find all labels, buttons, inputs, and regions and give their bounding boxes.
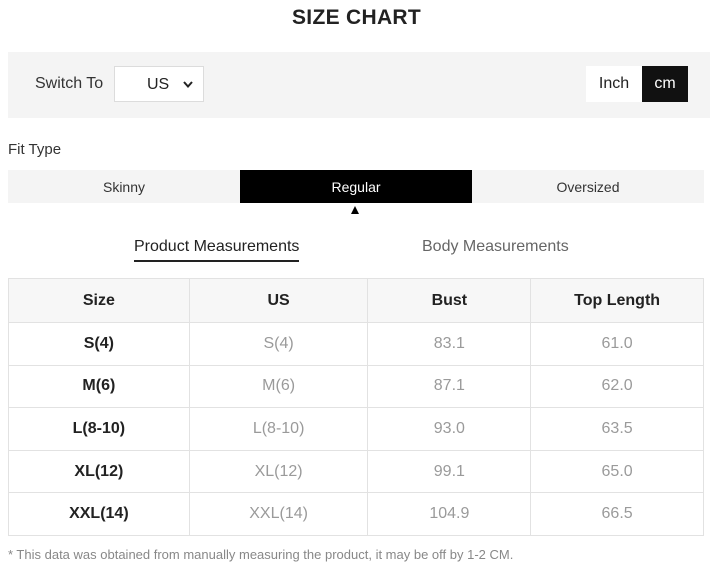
bust-cell: 99.1 xyxy=(367,449,532,494)
top-length-cell: 61.0 xyxy=(530,322,704,366)
size-cell: L(8-10) xyxy=(8,407,190,451)
unit-switch-bar: Switch To US Inch cm xyxy=(8,52,710,118)
size-cell: S(4) xyxy=(8,322,190,366)
region-select-value: US xyxy=(147,76,170,93)
fit-tab-skinny[interactable]: Skinny xyxy=(8,170,240,203)
fit-tab-oversized[interactable]: Oversized xyxy=(472,170,704,203)
chevron-down-icon xyxy=(183,81,193,89)
table-row: XXL(14) XXL(14) 104.9 66.5 xyxy=(8,492,704,536)
column-header-size: Size xyxy=(8,278,190,323)
fit-tab-regular[interactable]: Regular xyxy=(240,170,472,203)
bust-cell: 104.9 xyxy=(367,492,532,536)
bust-cell: 83.1 xyxy=(367,322,532,366)
top-length-cell: 65.0 xyxy=(530,449,704,494)
caret-up-icon xyxy=(351,206,359,214)
switch-to-label: Switch To xyxy=(35,75,104,92)
size-cell: XL(12) xyxy=(8,449,190,494)
us-cell: XXL(14) xyxy=(188,492,369,536)
top-length-cell: 63.5 xyxy=(530,407,704,451)
column-header-bust: Bust xyxy=(367,278,532,323)
disclaimer-note: * This data was obtained from manually m… xyxy=(8,547,514,562)
tab-product-measurements[interactable]: Product Measurements xyxy=(134,238,300,262)
us-cell: XL(12) xyxy=(188,449,369,494)
unit-inch-button[interactable]: Inch xyxy=(586,66,642,102)
table-row: S(4) S(4) 83.1 61.0 xyxy=(8,322,704,366)
unit-cm-button[interactable]: cm xyxy=(642,66,688,102)
table-row: XL(12) XL(12) 99.1 65.0 xyxy=(8,449,704,494)
region-select[interactable]: US xyxy=(114,66,204,102)
top-length-cell: 62.0 xyxy=(530,364,704,409)
size-table: Size US Bust Top Length S(4) S(4) 83.1 6… xyxy=(8,278,704,536)
size-cell: M(6) xyxy=(8,364,190,409)
table-row: M(6) M(6) 87.1 62.0 xyxy=(8,364,704,409)
bust-cell: 93.0 xyxy=(367,407,532,451)
page-title: SIZE CHART xyxy=(292,6,421,29)
us-cell: M(6) xyxy=(188,364,369,409)
fit-type-tabs: Skinny Regular Oversized xyxy=(8,170,704,203)
fit-type-label: Fit Type xyxy=(8,141,62,158)
column-header-top-length: Top Length xyxy=(530,278,704,323)
us-cell: S(4) xyxy=(188,322,369,366)
top-length-cell: 66.5 xyxy=(530,492,704,536)
table-header-row: Size US Bust Top Length xyxy=(8,278,704,323)
tab-body-measurements[interactable]: Body Measurements xyxy=(422,238,569,256)
table-row: L(8-10) L(8-10) 93.0 63.5 xyxy=(8,407,704,451)
column-header-us: US xyxy=(188,278,369,323)
us-cell: L(8-10) xyxy=(188,407,369,451)
bust-cell: 87.1 xyxy=(367,364,532,409)
size-cell: XXL(14) xyxy=(8,492,190,536)
unit-toggle: Inch cm xyxy=(586,66,688,102)
